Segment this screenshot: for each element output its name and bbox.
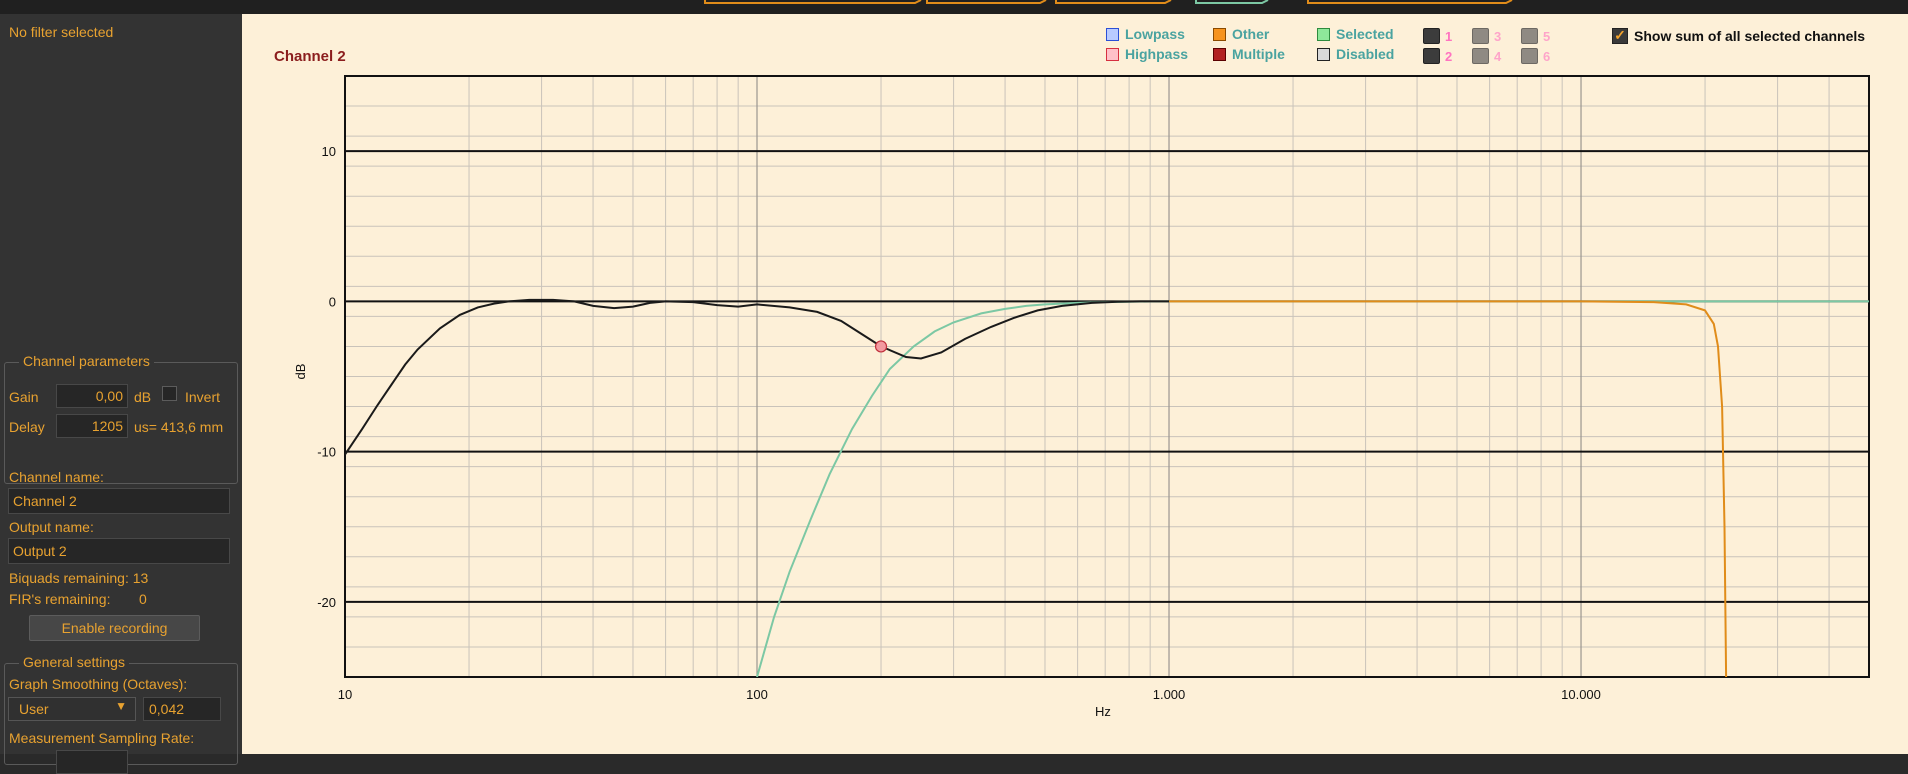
channel-parameters-legend: Channel parameters — [19, 353, 154, 369]
graph-smoothing-label: Graph Smoothing (Octaves): — [9, 676, 188, 692]
frequency-response-chart[interactable]: 10 100 1.000 10.000100-10-20HzdB — [242, 14, 1908, 754]
top-tab-arrows — [704, 0, 1513, 4]
sampling-rate-label: Measurement Sampling Rate: — [9, 730, 195, 746]
chevron-down-icon: ▼ — [115, 699, 127, 713]
biquads-remaining: Biquads remaining: 13 — [9, 570, 149, 586]
filter-point-marker — [874, 340, 888, 353]
invert-label: Invert — [185, 389, 221, 405]
smoothing-select-value: User — [19, 701, 49, 717]
tab-arrow[interactable] — [926, 0, 1047, 4]
smoothing-select[interactable]: User ▼ — [8, 697, 136, 721]
delay-label: Delay — [9, 419, 45, 435]
sidebar: No filter selected Channel parameters Ga… — [0, 14, 242, 774]
invert-checkbox[interactable] — [162, 386, 177, 401]
smoothing-value-input[interactable]: 0,042 — [143, 697, 221, 721]
channel-name-label: Channel name: — [9, 469, 104, 485]
y-tick-label: 0 — [329, 294, 336, 309]
filter-status: No filter selected — [9, 24, 114, 40]
tab-arrow[interactable] — [1307, 0, 1513, 4]
gain-label: Gain — [9, 389, 39, 405]
output-name-input[interactable]: Output 2 — [8, 538, 230, 564]
x-tick-label: 1.000 — [1153, 687, 1186, 702]
channel-name-input[interactable]: Channel 2 — [8, 488, 230, 514]
firs-remaining-value: 0 — [139, 591, 147, 607]
x-tick-label: 10.000 — [1561, 687, 1601, 702]
general-settings-legend: General settings — [19, 654, 129, 670]
x-tick-label: 10 — [338, 687, 352, 702]
series-line-other — [1169, 300, 1728, 677]
y-axis-label: dB — [293, 364, 308, 380]
gain-input[interactable]: 0,00 — [56, 384, 128, 408]
delay-input[interactable]: 1205 — [56, 414, 128, 438]
delay-unit: us= 413,6 mm — [134, 419, 224, 435]
y-tick-label: -10 — [317, 445, 336, 460]
tab-arrow[interactable] — [1195, 0, 1269, 4]
graph-panel: Channel 2 Lowpass Highpass Other Multipl… — [242, 14, 1908, 754]
output-name-label: Output name: — [9, 519, 94, 535]
firs-remaining-label: FIR's remaining: — [9, 591, 111, 607]
tab-arrow[interactable] — [1055, 0, 1172, 4]
x-tick-label: 100 — [746, 687, 768, 702]
x-axis-label: Hz — [1095, 704, 1111, 719]
tab-arrow[interactable] — [704, 0, 922, 4]
gain-unit: dB — [134, 389, 152, 405]
enable-recording-button[interactable]: Enable recording — [29, 615, 200, 641]
y-tick-label: 10 — [322, 144, 336, 159]
top-toolbar-strip — [0, 0, 1908, 14]
y-tick-label: -20 — [317, 595, 336, 610]
